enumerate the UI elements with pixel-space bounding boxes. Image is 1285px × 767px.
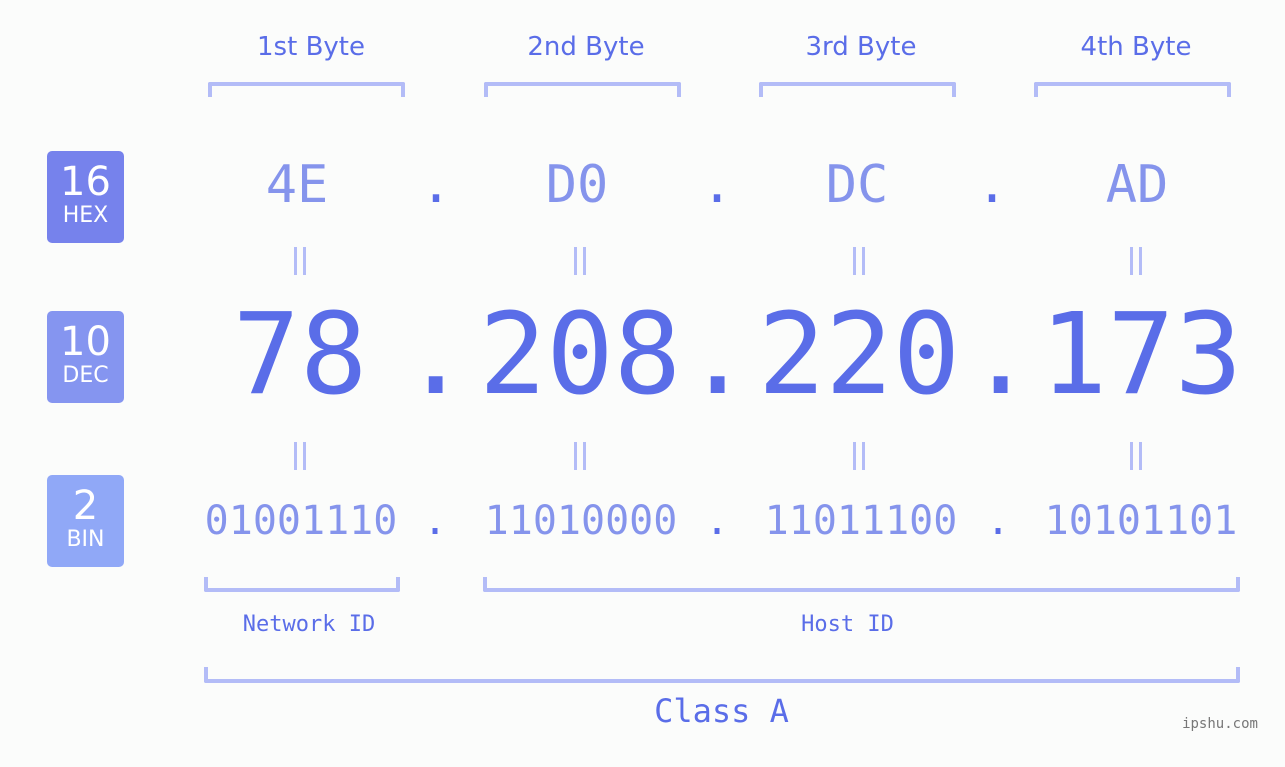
hex-value-4: AD (1105, 155, 1169, 215)
hex-base: 16 (60, 159, 111, 205)
hex-value-2: D0 (545, 155, 609, 215)
class-bracket (204, 667, 1240, 683)
host-id-label: Host ID (801, 612, 894, 637)
network-id-bracket (204, 577, 400, 592)
dec-value-3: 220 (757, 290, 961, 420)
network-id-label: Network ID (242, 612, 376, 637)
byte-header-2: 2nd Byte (527, 32, 645, 62)
dec-badge: 10 DEC (47, 311, 124, 403)
bin-value-4: 10101101 (1044, 498, 1238, 544)
equals-icon (560, 442, 600, 472)
host-id-bracket (483, 577, 1240, 592)
equals-icon (839, 247, 879, 277)
bin-separator-2: . (704, 498, 730, 544)
dec-value-1: 78 (232, 290, 368, 420)
dec-base: 10 (60, 319, 111, 365)
bin-value-2: 11010000 (484, 498, 678, 544)
byte-bracket-2 (484, 82, 681, 97)
dec-value-2: 208 (478, 290, 682, 420)
hex-label: HEX (62, 203, 109, 228)
class-label: Class A (654, 692, 789, 730)
equals-icon (1116, 442, 1156, 472)
equals-icon (280, 247, 320, 277)
bin-base: 2 (72, 483, 99, 529)
hex-separator-1: . (420, 155, 452, 215)
bin-separator-1: . (422, 498, 448, 544)
bin-separator-3: . (985, 498, 1011, 544)
equals-icon (839, 442, 879, 472)
equals-icon (280, 442, 320, 472)
watermark: ipshu.com (1182, 716, 1258, 732)
dec-label: DEC (62, 363, 109, 388)
bin-badge: 2 BIN (47, 475, 124, 567)
byte-bracket-3 (759, 82, 956, 97)
hex-value-3: DC (825, 155, 889, 215)
byte-header-3: 3rd Byte (805, 32, 917, 62)
hex-separator-3: . (976, 155, 1008, 215)
byte-bracket-1 (208, 82, 405, 97)
dec-value-4: 173 (1039, 290, 1243, 420)
bin-value-3: 11011100 (764, 498, 958, 544)
byte-header-1: 1st Byte (257, 32, 365, 62)
hex-value-1: 4E (265, 155, 329, 215)
equals-icon (1116, 247, 1156, 277)
byte-header-4: 4th Byte (1080, 32, 1192, 62)
equals-icon (560, 247, 600, 277)
bin-label: BIN (66, 527, 105, 552)
hex-badge: 16 HEX (47, 151, 124, 243)
bin-value-1: 01001110 (204, 498, 398, 544)
byte-bracket-4 (1034, 82, 1231, 97)
hex-separator-2: . (701, 155, 733, 215)
